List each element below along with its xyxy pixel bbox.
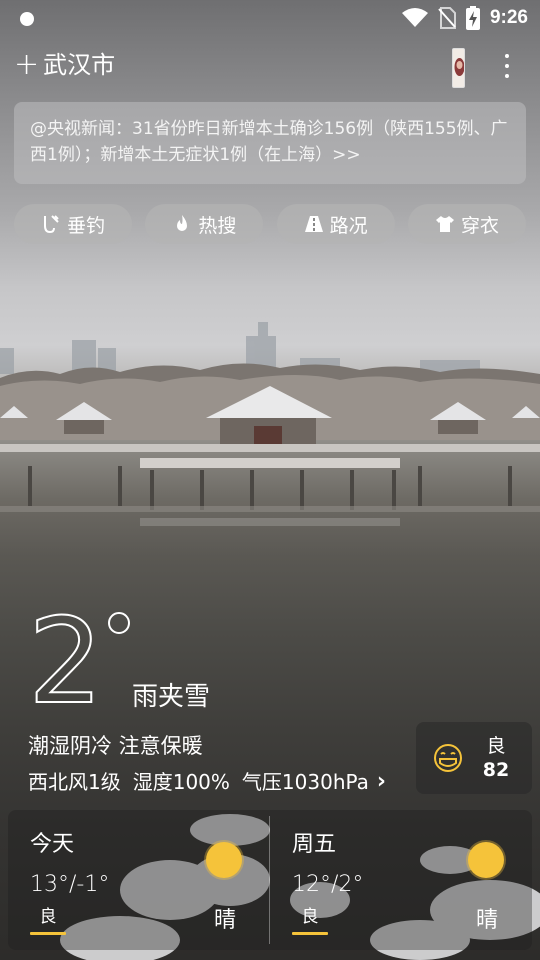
chevron-right-icon[interactable]: ›: [377, 766, 386, 798]
forecast-temp: 13°/-1°: [30, 872, 110, 897]
fishing-icon: [43, 215, 59, 234]
chip-clothing[interactable]: 穿衣: [407, 204, 526, 244]
aqi-level: 良: [486, 735, 506, 757]
city-name[interactable]: 武汉市: [43, 48, 115, 82]
forecast-condition: 晴: [214, 908, 237, 933]
air-quality-bar: [30, 932, 66, 935]
aqi-value: 82: [482, 759, 510, 781]
wifi-icon: [401, 8, 428, 27]
app-header: + 武汉市: [0, 44, 540, 88]
current-temperature: 2: [27, 592, 104, 730]
add-icon[interactable]: +: [14, 50, 39, 80]
forecast-today[interactable]: 今天 13°/-1° 良 晴: [8, 810, 270, 950]
news-text: @央视新闻：31省份昨日新增本土确诊156例（陕西155例、广西1例）；新增本土…: [30, 119, 508, 165]
status-bar: 9:26: [0, 0, 540, 36]
aqi-card[interactable]: 良 82: [416, 722, 532, 794]
chip-label: 垂钓: [66, 214, 105, 237]
avatar[interactable]: [452, 48, 465, 88]
forecast-air-quality: 良: [301, 907, 319, 927]
city-selector[interactable]: + 武汉市: [14, 48, 115, 82]
news-banner[interactable]: @央视新闻：31省份昨日新增本土确诊156例（陕西155例、广西1例）；新增本土…: [14, 102, 526, 184]
weather-details[interactable]: 西北风1级 湿度100% 气压1030hPa ›: [28, 766, 386, 798]
flame-icon: [177, 215, 188, 231]
forecast-air-quality: 良: [39, 907, 57, 927]
road-icon: [304, 216, 323, 232]
chip-traffic[interactable]: 路况: [276, 204, 395, 244]
feature-chips: 垂钓 热搜 路况 穿衣: [14, 204, 526, 244]
air-quality-bar: [292, 932, 328, 935]
degree-symbol: [108, 612, 130, 634]
wind-info: 西北风1级: [28, 770, 121, 794]
sun-icon: [466, 840, 506, 880]
forecast-day: 周五: [292, 832, 337, 857]
forecast-temp: 12°/2°: [292, 872, 364, 897]
forecast-condition: 晴: [476, 908, 499, 933]
chip-hot-search[interactable]: 热搜: [145, 204, 264, 244]
current-condition: 雨夹雪: [132, 682, 211, 712]
clock: 9:26: [489, 7, 528, 28]
notification-dot-icon: [20, 12, 34, 26]
chip-label: 路况: [329, 214, 368, 237]
more-vert-icon[interactable]: [496, 50, 518, 82]
battery-charging-icon: [465, 6, 480, 30]
shirt-icon: [435, 216, 454, 232]
pressure-info: 气压1030hPa: [241, 770, 369, 794]
face-mask-icon: [434, 744, 462, 772]
humidity-info: 湿度100%: [132, 770, 230, 794]
chip-label: 热搜: [198, 214, 237, 237]
background-scenery: [0, 322, 540, 526]
forecast-day: 今天: [30, 832, 75, 857]
weather-advice: 潮湿阴冷 注意保暖: [28, 734, 203, 758]
chip-label: 穿衣: [460, 214, 499, 237]
sun-icon: [204, 840, 244, 880]
forecast-friday[interactable]: 周五 12°/2° 良 晴: [270, 810, 532, 950]
chip-fishing[interactable]: 垂钓: [14, 204, 132, 244]
no-sim-icon: [438, 7, 456, 29]
forecast-panel: 今天 13°/-1° 良 晴 周五 12°/2° 良 晴: [8, 810, 532, 950]
